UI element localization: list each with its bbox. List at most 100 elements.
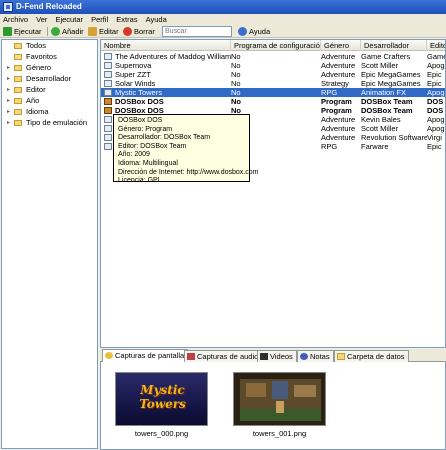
expand-icon[interactable]: ▸ — [7, 98, 10, 104]
tree-item-tipo-emulacion[interactable]: ▸ Tipo de emulación — [2, 118, 97, 128]
app-icon — [3, 2, 13, 12]
camera-icon — [105, 352, 113, 359]
film-icon — [260, 353, 268, 360]
menu-extras[interactable]: Extras — [113, 14, 140, 25]
game-icon — [104, 89, 112, 96]
folder-icon — [337, 353, 345, 360]
menu-ver[interactable]: Ver — [33, 14, 50, 25]
game-icon — [104, 80, 112, 87]
tree-item-genero[interactable]: ▸ Género — [2, 63, 97, 73]
folder-icon — [14, 65, 22, 71]
tab-videos[interactable]: Videos — [257, 350, 297, 362]
folder-icon — [14, 98, 22, 104]
run-button[interactable]: Ejecutar — [3, 26, 42, 37]
tree-item-favoritos[interactable]: Favoritos — [2, 52, 97, 62]
screenshot-thumbnail[interactable] — [233, 372, 326, 426]
column-header-editor[interactable]: Edito — [427, 40, 445, 51]
table-row[interactable]: Solar Winds No Strategy Epic MegaGames E… — [101, 79, 445, 88]
column-header-setup[interactable]: Programa de configuración — [231, 40, 321, 51]
game-icon — [104, 143, 112, 150]
screenshots-gallery: Mystic Towers towers_000.png towers_001.… — [100, 362, 446, 450]
add-icon — [51, 27, 60, 36]
add-button[interactable]: Añadir — [51, 26, 84, 37]
dosbox-icon — [104, 98, 112, 105]
profile-tooltip: DOSBox DOS Género: Program Desarrollador… — [113, 114, 259, 184]
tree-item-idioma[interactable]: ▸ Idioma — [2, 107, 97, 117]
help-icon — [238, 27, 247, 36]
tooltip-developer: Desarrollador: DOSBox Team — [118, 134, 211, 142]
game-scene-image — [234, 373, 325, 425]
window-title: D-Fend Reloaded — [16, 2, 82, 11]
tree-item-editor[interactable]: ▸ Editor — [2, 85, 97, 95]
add-label: Añadir — [62, 27, 84, 36]
tree-item-todos[interactable]: Todos — [2, 41, 97, 51]
tree-item-desarrollador[interactable]: ▸ Desarrollador — [2, 74, 97, 84]
pencil-icon — [88, 27, 97, 36]
category-tree: Todos Favoritos ▸ Género ▸ Desarrollador… — [1, 39, 98, 449]
column-header-desarrollador[interactable]: Desarrollador — [361, 40, 427, 51]
play-icon — [3, 27, 12, 36]
edit-label: Editar — [99, 27, 119, 36]
expand-icon[interactable]: ▸ — [7, 109, 10, 115]
media-tabs: Capturas de pantalla Capturas de audio V… — [100, 349, 446, 362]
tooltip-genre: Género: Program — [118, 125, 173, 133]
tab-screenshots[interactable]: Capturas de pantalla — [102, 349, 189, 362]
expand-icon[interactable]: ▸ — [7, 120, 10, 126]
menu-archivo[interactable]: Archivo — [0, 14, 31, 25]
tab-notes[interactable]: Notas — [297, 350, 334, 362]
table-row[interactable]: The Adventures of Maddog Williams No Adv… — [101, 52, 445, 61]
column-header-nombre[interactable]: Nombre — [101, 40, 231, 51]
screenshot-caption: towers_001.png — [252, 429, 307, 438]
expand-icon[interactable]: ▸ — [7, 76, 10, 82]
menu-ayuda[interactable]: Ayuda — [143, 14, 170, 25]
menu-perfil[interactable]: Perfil — [88, 14, 111, 25]
help-label: Ayuda — [249, 27, 271, 36]
folder-icon — [14, 87, 22, 93]
game-icon — [104, 116, 112, 123]
tab-data-folder[interactable]: Carpeta de datos — [334, 350, 409, 362]
toolbar: Ejecutar Añadir Editar Borrar Ayuda — [0, 25, 446, 38]
folder-icon — [14, 120, 22, 126]
tree-item-ano[interactable]: ▸ Año — [2, 96, 97, 106]
game-logo: Mystic Towers — [139, 383, 186, 411]
game-icon — [104, 134, 112, 141]
games-list: Nombre Programa de configuración Género … — [100, 39, 446, 348]
delete-button[interactable]: Borrar — [123, 26, 155, 37]
tooltip-editor: Editor: DOSBox Team — [118, 142, 187, 150]
table-row[interactable]: Super ZZT No Adventure Epic MegaGames Ep… — [101, 70, 445, 79]
screenshot-thumbnail[interactable]: Mystic Towers — [115, 372, 208, 426]
folder-icon — [14, 109, 22, 115]
column-header-genero[interactable]: Género — [321, 40, 361, 51]
table-row[interactable]: Supernova No Adventure Scott Miller Apog — [101, 61, 445, 70]
title-bar: D-Fend Reloaded — [0, 0, 446, 14]
dosbox-icon — [104, 107, 112, 114]
game-icon — [104, 62, 112, 69]
table-row[interactable]: DOSBox DOS No Program DOSBox Team DOS — [101, 97, 445, 106]
game-icon — [104, 125, 112, 132]
list-header: Nombre Programa de configuración Género … — [101, 40, 445, 51]
tab-audio[interactable]: Capturas de audio — [184, 350, 263, 362]
tooltip-website: Dirección de Internet: http://www.dosbox… — [118, 168, 259, 176]
search-input[interactable] — [162, 26, 232, 37]
speaker-icon — [187, 353, 195, 360]
tooltip-year: Año: 2009 — [118, 151, 150, 159]
edit-button[interactable]: Editar — [88, 26, 119, 37]
tooltip-title: DOSBox DOS — [118, 117, 163, 124]
menu-bar: Archivo Ver Ejecutar Perfil Extras Ayuda — [0, 14, 446, 25]
screenshot-caption: towers_000.png — [134, 429, 189, 438]
menu-ejecutar[interactable]: Ejecutar — [52, 14, 86, 25]
expand-icon[interactable]: ▸ — [7, 65, 10, 71]
folder-icon — [14, 43, 22, 49]
game-icon — [104, 53, 112, 60]
delete-label: Borrar — [134, 27, 155, 36]
help-button[interactable]: Ayuda — [238, 26, 270, 37]
star-folder-icon — [14, 54, 22, 60]
tooltip-language: Idioma: Multilingual — [118, 159, 178, 167]
toolbar-separator — [47, 27, 48, 36]
expand-icon[interactable]: ▸ — [7, 87, 10, 93]
table-row-selected[interactable]: Mystic Towers No RPG Animation FX Apog — [101, 88, 445, 97]
run-label: Ejecutar — [14, 27, 42, 36]
game-icon — [104, 71, 112, 78]
delete-icon — [123, 27, 132, 36]
folder-icon — [14, 76, 22, 82]
